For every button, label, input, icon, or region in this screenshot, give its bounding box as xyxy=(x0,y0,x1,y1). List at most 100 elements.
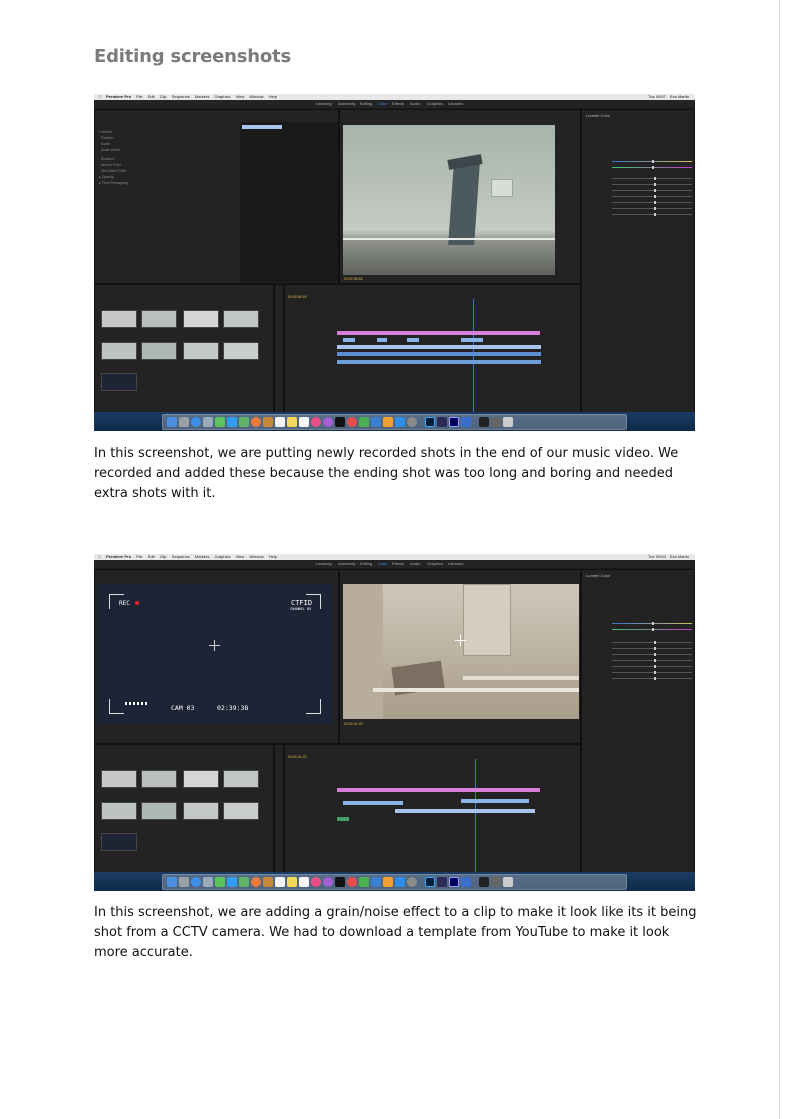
clip-thumbnail[interactable] xyxy=(223,310,259,328)
system-preferences-icon[interactable] xyxy=(407,417,417,427)
menu-graphics[interactable]: Graphics xyxy=(215,94,231,99)
menu-markers[interactable]: Markers xyxy=(195,554,209,559)
facetime-icon[interactable] xyxy=(215,417,225,427)
video-clip[interactable] xyxy=(377,338,387,342)
video-clip[interactable] xyxy=(395,809,535,813)
clip-thumbnail[interactable] xyxy=(183,310,219,328)
workspace-assembly[interactable]: Assembly xyxy=(338,101,355,106)
clip-thumbnail[interactable] xyxy=(223,342,259,360)
notes-icon[interactable] xyxy=(287,877,297,887)
workspace-audio[interactable]: Audio xyxy=(410,101,420,106)
photos-icon[interactable] xyxy=(251,877,261,887)
menu-help[interactable]: Help xyxy=(269,94,277,99)
finder-window-icon[interactable] xyxy=(437,417,447,427)
photoshop-icon[interactable] xyxy=(425,877,435,887)
workspace-libraries[interactable]: Libraries xyxy=(448,561,463,566)
folder-icon[interactable] xyxy=(491,877,501,887)
clip-thumbnail[interactable] xyxy=(101,770,137,788)
finder-icon[interactable] xyxy=(167,417,177,427)
workspace-graphics[interactable]: Graphics xyxy=(427,561,443,566)
workspace-learning[interactable]: Learning xyxy=(316,101,332,106)
lumetri-title[interactable]: Lumetri Color xyxy=(586,113,610,118)
workspace-editing[interactable]: Editing xyxy=(360,561,372,566)
keynote-icon[interactable] xyxy=(371,877,381,887)
clip-thumbnail[interactable] xyxy=(223,770,259,788)
numbers-icon[interactable] xyxy=(359,877,369,887)
clip-thumbnail[interactable] xyxy=(183,802,219,820)
menu-edit[interactable]: Edit xyxy=(148,94,155,99)
clip-thumbnail[interactable] xyxy=(141,770,177,788)
workspace-graphics[interactable]: Graphics xyxy=(427,101,443,106)
reminders-icon[interactable] xyxy=(299,417,309,427)
clip-thumbnail[interactable] xyxy=(141,342,177,360)
workspace-color[interactable]: Color xyxy=(378,561,388,566)
news-icon[interactable] xyxy=(347,417,357,427)
music-icon[interactable] xyxy=(311,877,321,887)
audio-clip[interactable] xyxy=(337,360,541,364)
video-clip[interactable] xyxy=(343,801,403,805)
pages-icon[interactable] xyxy=(383,877,393,887)
menu-edit[interactable]: Edit xyxy=(148,554,155,559)
calendar-icon[interactable] xyxy=(275,417,285,427)
contacts-icon[interactable] xyxy=(263,417,273,427)
maps-icon[interactable] xyxy=(239,417,249,427)
video-clip[interactable] xyxy=(461,338,483,342)
menu-window[interactable]: Window xyxy=(249,94,263,99)
app-store-icon[interactable] xyxy=(395,417,405,427)
workspace-assembly[interactable]: Assembly xyxy=(338,561,355,566)
mail-icon[interactable] xyxy=(203,417,213,427)
clip-thumbnail[interactable] xyxy=(141,310,177,328)
menu-markers[interactable]: Markers xyxy=(195,94,209,99)
safari-icon[interactable] xyxy=(191,417,201,427)
app-store-icon[interactable] xyxy=(395,877,405,887)
premiere-pro-icon[interactable] xyxy=(449,877,459,887)
lumetri-title[interactable]: Lumetri Color xyxy=(586,573,610,578)
menu-window[interactable]: Window xyxy=(249,554,263,559)
clip-thumbnail[interactable] xyxy=(183,770,219,788)
menu-help[interactable]: Help xyxy=(269,554,277,559)
podcasts-icon[interactable] xyxy=(323,417,333,427)
audio-clip[interactable] xyxy=(337,352,541,356)
podcasts-icon[interactable] xyxy=(323,877,333,887)
photos-icon[interactable] xyxy=(251,417,261,427)
launchpad-icon[interactable] xyxy=(179,417,189,427)
menu-file[interactable]: File xyxy=(136,554,142,559)
finder-window-icon[interactable] xyxy=(437,877,447,887)
video-clip[interactable] xyxy=(461,799,529,803)
system-preferences-icon[interactable] xyxy=(407,877,417,887)
facetime-icon[interactable] xyxy=(215,877,225,887)
finder-icon[interactable] xyxy=(167,877,177,887)
notes-icon[interactable] xyxy=(287,417,297,427)
numbers-icon[interactable] xyxy=(359,417,369,427)
workspace-effects[interactable]: Effects xyxy=(392,561,404,566)
workspace-libraries[interactable]: Libraries xyxy=(448,101,463,106)
video-clip[interactable] xyxy=(343,338,355,342)
maps-icon[interactable] xyxy=(239,877,249,887)
screenshot-icon[interactable] xyxy=(479,417,489,427)
menu-view[interactable]: View xyxy=(236,94,245,99)
calendar-icon[interactable] xyxy=(275,877,285,887)
keynote-icon[interactable] xyxy=(371,417,381,427)
folder-icon[interactable] xyxy=(491,417,501,427)
workspace-color[interactable]: Color xyxy=(378,101,388,106)
preview-icon[interactable] xyxy=(461,417,471,427)
premiere-pro-icon[interactable] xyxy=(449,417,459,427)
menu-clip[interactable]: Clip xyxy=(160,94,167,99)
trash-icon[interactable] xyxy=(503,417,513,427)
menu-view[interactable]: View xyxy=(236,554,245,559)
menu-file[interactable]: File xyxy=(136,94,142,99)
clip-thumbnail[interactable] xyxy=(223,802,259,820)
menu-clip[interactable]: Clip xyxy=(160,554,167,559)
menu-graphics[interactable]: Graphics xyxy=(215,554,231,559)
reminders-icon[interactable] xyxy=(299,877,309,887)
apple-tv-icon[interactable] xyxy=(335,417,345,427)
mail-icon[interactable] xyxy=(203,877,213,887)
menu-sequence[interactable]: Sequence xyxy=(172,554,190,559)
screenshot-icon[interactable] xyxy=(479,877,489,887)
music-icon[interactable] xyxy=(311,417,321,427)
preview-icon[interactable] xyxy=(461,877,471,887)
clip-thumbnail[interactable] xyxy=(101,373,137,391)
workspace-learning[interactable]: Learning xyxy=(316,561,332,566)
contacts-icon[interactable] xyxy=(263,877,273,887)
workspace-editing[interactable]: Editing xyxy=(360,101,372,106)
